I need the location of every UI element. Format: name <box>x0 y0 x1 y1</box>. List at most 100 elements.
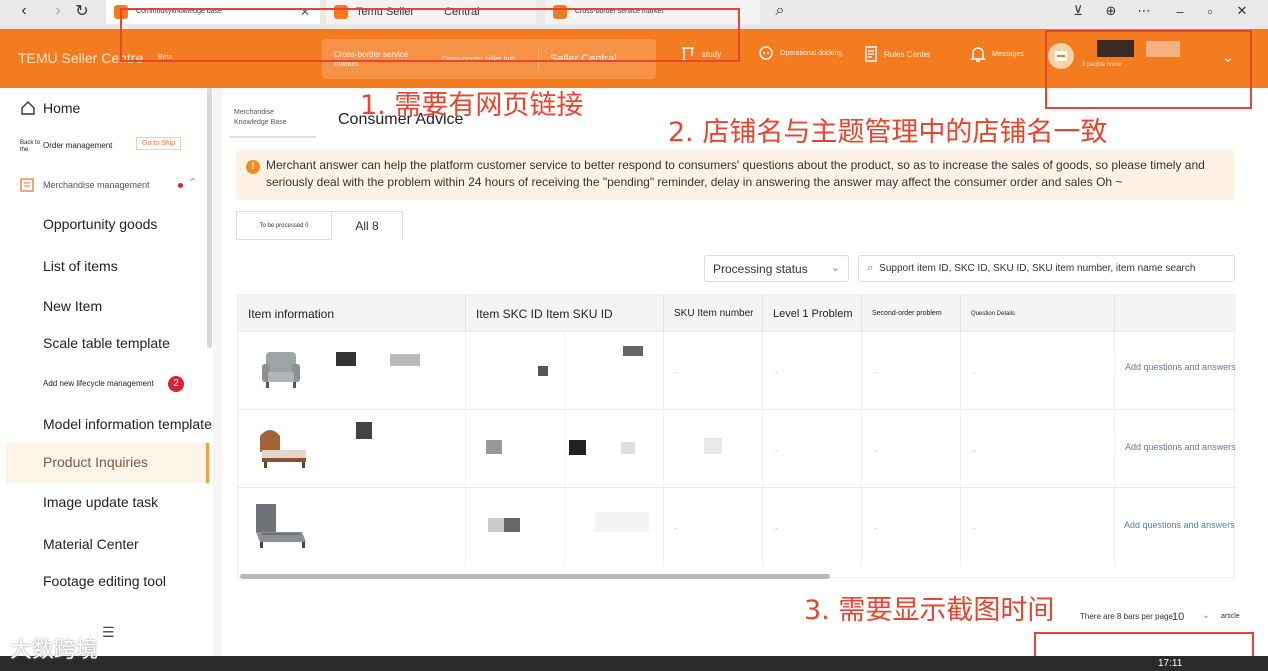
sidebar-scrollbar[interactable] <box>207 88 212 348</box>
sidebar-item-product-inquiries[interactable]: Product Inquiries <box>6 443 209 483</box>
cell-second: - <box>862 332 961 410</box>
empty-value: - <box>674 524 677 533</box>
cell-sku-id <box>565 488 664 566</box>
redacted-id <box>569 440 586 455</box>
cell-details: - <box>961 488 1115 566</box>
table-header: Item information Item SKC ID Item SKU ID… <box>238 295 1236 332</box>
more-icon[interactable]: ⋯ <box>1130 0 1158 22</box>
empty-value: - <box>874 524 877 533</box>
cell-level1: - <box>763 488 862 566</box>
search-placeholder: Support item ID, SKC ID, SKU ID, SKU ite… <box>879 263 1196 274</box>
redacted-name <box>390 354 420 366</box>
nav-rules-label: Rules Center <box>884 49 931 59</box>
add-qa-link[interactable]: Add questions and answers <box>1125 442 1236 452</box>
nav-rules-center[interactable]: Rules Center <box>864 45 931 63</box>
sidebar-item-model-information-template[interactable]: Model information template <box>43 416 212 432</box>
reload-icon[interactable]: ↻ <box>68 0 96 22</box>
pagination-summary: There are 8 bars per page <box>1080 612 1173 621</box>
chevron-down-icon: ⌄ <box>1201 610 1210 621</box>
nav-operational-docking[interactable]: Operational docking <box>758 45 842 61</box>
sidebar-item-material-center[interactable]: Material Center <box>43 536 139 552</box>
empty-value: - <box>874 446 877 455</box>
empty-value: - <box>775 524 778 533</box>
redacted-id <box>538 366 548 376</box>
sidebar-item-label: Product Inquiries <box>43 454 149 470</box>
search-tabs-icon[interactable]: ⌕ <box>766 0 794 22</box>
col-item-information: Item information <box>238 295 466 332</box>
col-label: SKU Item number <box>674 308 754 319</box>
sidebar-item-new-item[interactable]: New Item <box>43 298 102 314</box>
notice-banner: ! Merchant answer can help the platform … <box>236 150 1235 200</box>
cell-item-info <box>238 332 466 410</box>
go-to-ship-button[interactable]: Go to Ship <box>136 137 182 150</box>
download-icon[interactable]: ⊻ <box>1064 0 1092 22</box>
back-icon[interactable]: ‹ <box>10 0 38 22</box>
chevron-up-icon[interactable]: ⌃ <box>188 176 197 189</box>
menu-collapse-icon[interactable]: ☰ <box>102 624 115 641</box>
sidebar-item-footage-editing-tool[interactable]: Footage editing tool <box>43 573 166 589</box>
tab-pending[interactable]: To be processed 0 <box>236 211 332 240</box>
sidebar-home-label: Home <box>43 100 81 116</box>
product-image-armchair <box>262 352 300 388</box>
table-row: - - - Add questions and answers <box>238 409 1236 488</box>
globe-icon[interactable]: ⊕ <box>1097 0 1125 22</box>
sidebar-order-management[interactable]: Order management <box>43 141 112 150</box>
page-size-select[interactable]: 10 ⌄ <box>1166 607 1216 627</box>
sidebar-item-list-of-items[interactable]: List of items <box>43 258 118 274</box>
sidebar-home[interactable]: Home <box>20 100 80 116</box>
redacted-id <box>486 440 502 454</box>
rules-icon <box>865 46 877 62</box>
cell-skc-sku <box>466 410 565 488</box>
close-window-icon[interactable]: ✕ <box>1228 0 1256 22</box>
minimize-icon[interactable]: – <box>1166 0 1194 22</box>
nav-messages[interactable]: Messages <box>970 45 1024 63</box>
table-scrollbar[interactable] <box>240 574 830 579</box>
col-label: Second-order problem <box>872 310 942 317</box>
sidebar-item-scale-table-template[interactable]: Scale table template <box>43 335 170 351</box>
cell-item-info <box>238 410 466 488</box>
sidebar-item-opportunity-goods[interactable]: Opportunity goods <box>43 216 157 232</box>
annotation-text-url: 1. 需要有网页链接 <box>360 90 584 121</box>
redacted-id <box>704 438 722 454</box>
notice-text: Merchant answer can help the platform cu… <box>266 158 1205 189</box>
empty-value: - <box>973 368 976 377</box>
sidebar-item-image-update-task[interactable]: Image update task <box>43 494 158 510</box>
redacted-id <box>595 512 649 532</box>
breadcrumb[interactable]: Merchandise Knowledge Base <box>234 108 309 128</box>
redacted-id <box>621 442 635 454</box>
processing-status-select[interactable]: Processing status ⌄ <box>704 255 849 282</box>
merchandise-icon <box>20 178 34 192</box>
search-input[interactable]: ⌕ Support item ID, SKC ID, SKU ID, SKU i… <box>858 255 1235 282</box>
sidebar-merchandise-management[interactable]: Merchandise management ⌃ <box>20 176 205 192</box>
col-second-order-problem: Second-order problem <box>862 295 961 332</box>
annotation-text-store: 2. 店铺名与主题管理中的店铺名一致 <box>668 117 1108 148</box>
add-qa-link[interactable]: Add questions and answers <box>1125 362 1236 372</box>
home-icon <box>21 101 35 115</box>
maximize-icon[interactable]: ▫ <box>1196 0 1224 22</box>
redacted-name <box>356 422 372 439</box>
nav-messages-label: Messages <box>992 50 1024 58</box>
col-label: Item SKC ID Item SKU ID <box>476 306 613 321</box>
col-label: Level 1 Problem <box>773 307 853 320</box>
docking-icon <box>759 46 773 60</box>
product-image-bed-frame <box>256 504 306 548</box>
info-icon: ! <box>246 160 260 174</box>
add-qa-link[interactable]: Add questions and answers <box>1124 520 1235 530</box>
tab-all[interactable]: All 8 <box>331 211 403 240</box>
status-select-value: Processing status <box>713 261 808 276</box>
chevron-down-icon: ⌄ <box>830 262 840 274</box>
empty-value: - <box>874 368 877 377</box>
empty-value: - <box>775 446 778 455</box>
taskbar-clock: 17:11 <box>1158 658 1183 669</box>
sidebar-item-lifecycle-management[interactable]: Add new lifecycle management <box>43 379 154 388</box>
sidebar-back-label[interactable]: Back to the <box>20 140 40 154</box>
cell-sku-number: - <box>664 332 763 410</box>
nav-docking-label: Operational docking <box>780 49 843 57</box>
empty-value: - <box>973 524 976 533</box>
table-row: - - - - Add questions and answers <box>238 487 1236 566</box>
tab-pending-label: To be processed 0 <box>259 222 309 229</box>
sidebar: Home Back to the Order management Go to … <box>0 88 213 671</box>
breadcrumb-underline <box>230 136 316 138</box>
redacted-id <box>623 346 643 356</box>
redacted-name <box>336 352 356 366</box>
